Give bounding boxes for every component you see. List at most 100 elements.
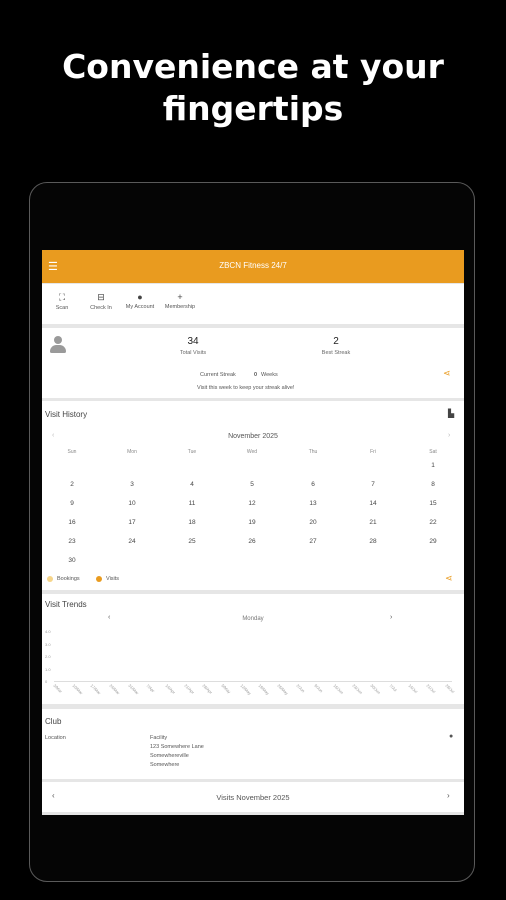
- trend-x-tick: 21/Apr: [183, 683, 195, 695]
- calendar-day-26[interactable]: 26: [237, 538, 267, 545]
- calendar-day-9[interactable]: 9: [57, 500, 87, 507]
- next-day-icon[interactable]: ›: [390, 614, 392, 621]
- trend-x-tick: 30/Jun: [369, 683, 382, 696]
- headline-line-1: Convenience at your: [62, 47, 444, 86]
- trend-x-tick: 9/Jun: [313, 683, 325, 694]
- weekday-sun: Sun: [67, 449, 77, 455]
- visit-history-title: Visit History: [45, 410, 88, 419]
- calendar-day-28[interactable]: 28: [358, 538, 388, 545]
- next-month-icon[interactable]: ›: [448, 432, 450, 439]
- current-streak-label: Current Streak: [200, 372, 236, 378]
- membership-button[interactable]: + Membership: [162, 292, 198, 310]
- weekday-mon: Mon: [127, 449, 137, 455]
- visit-trends-title: Visit Trends: [45, 600, 87, 609]
- calendar-day-16[interactable]: 16: [57, 519, 87, 526]
- headline-line-2: fingertips: [162, 89, 344, 128]
- calendar-day-8[interactable]: 8: [418, 481, 448, 488]
- day-selector[interactable]: Monday: [42, 616, 464, 622]
- trend-x-tick: 26/May: [276, 683, 290, 696]
- trend-x-tick: 5/May: [220, 683, 232, 695]
- stats-card: 34 Total Visits 2 Best Streak Current St…: [42, 328, 464, 398]
- trend-y-tick: 2.0: [45, 654, 51, 659]
- weekday-thu: Thu: [308, 449, 318, 455]
- visits-legend-label: Visits: [106, 576, 120, 582]
- calendar-day-14[interactable]: 14: [358, 500, 388, 507]
- plus-icon: +: [177, 292, 183, 302]
- trend-x-tick: 28/Jul: [444, 683, 456, 695]
- check-in-button[interactable]: ⊟ Check In: [84, 292, 118, 311]
- calendar-month: November 2025: [228, 433, 278, 440]
- trend-x-tick: 31/Mar: [127, 683, 140, 696]
- calendar-day-1[interactable]: 1: [418, 462, 448, 469]
- scan-label: Scan: [55, 305, 69, 311]
- calendar-day-19[interactable]: 19: [237, 519, 267, 526]
- calendar-day-2[interactable]: 2: [57, 481, 87, 488]
- trend-x-tick: 10/Mar: [71, 683, 84, 696]
- calendar-day-10[interactable]: 10: [117, 500, 147, 507]
- trend-y-tick: 0: [45, 679, 48, 684]
- calendar-day-13[interactable]: 13: [298, 500, 328, 507]
- facility-street: 123 Somewhere Lane: [150, 744, 204, 750]
- calendar-day-5[interactable]: 5: [237, 481, 267, 488]
- calendar-day-23[interactable]: 23: [57, 538, 87, 545]
- best-streak-label: Best Streak: [321, 350, 351, 356]
- bar-chart-icon[interactable]: ▙: [448, 409, 454, 418]
- best-streak-value: 2: [333, 336, 339, 347]
- weekday-fri: Fri: [370, 449, 376, 455]
- trend-y-tick: 3.0: [45, 641, 51, 647]
- facility-city: Somewhereville: [150, 753, 189, 759]
- club-card: Club Location Facility 123 Somewhere Lan…: [42, 709, 464, 779]
- trend-x-tick: 7/Jul: [388, 683, 398, 693]
- calendar-day-21[interactable]: 21: [358, 519, 388, 526]
- trend-x-tick: 21/Jul: [425, 683, 437, 695]
- share-icon[interactable]: ⋖: [443, 368, 451, 379]
- calendar-day-12[interactable]: 12: [237, 500, 267, 507]
- calendar-day-7[interactable]: 7: [358, 481, 388, 488]
- calendar-day-25[interactable]: 25: [177, 538, 207, 545]
- visits-legend-dot: [96, 576, 102, 582]
- person-icon: ●: [137, 292, 143, 302]
- location-label: Location: [45, 735, 66, 741]
- calendar-day-24[interactable]: 24: [117, 538, 147, 545]
- footer-next-icon[interactable]: ›: [447, 791, 450, 800]
- calendar-day-22[interactable]: 22: [418, 519, 448, 526]
- bookings-legend-label: Bookings: [57, 576, 80, 582]
- trend-x-tick: 7/Apr: [145, 683, 157, 694]
- trend-x-tick: 24/Mar: [108, 683, 121, 696]
- calendar-day-27[interactable]: 27: [298, 538, 328, 545]
- visit-trends-card: Visit Trends ‹ Monday › 0 1.0 2.0 3.0 4.0 3/M…: [42, 594, 464, 704]
- calendar-day-20[interactable]: 20: [298, 519, 328, 526]
- app-bar: ☰ ZBCN Fitness 24/7: [42, 250, 464, 283]
- bookings-legend-dot: [47, 576, 53, 582]
- calendar-day-17[interactable]: 17: [117, 519, 147, 526]
- quick-actions: ⛶ Scan ⊟ Check In ● My Account + Members…: [42, 284, 464, 324]
- trend-x-tick: 19/May: [257, 683, 271, 696]
- calendar-day-3[interactable]: 3: [117, 481, 147, 488]
- trend-y-tick: 4.0: [45, 629, 51, 634]
- calendar-day-29[interactable]: 29: [418, 538, 448, 545]
- calendar-day-4[interactable]: 4: [177, 481, 207, 488]
- trend-x-tick: 2/Jun: [295, 683, 306, 694]
- trend-x-tick: 14/Apr: [164, 683, 177, 695]
- my-account-label: My Account: [125, 304, 155, 310]
- check-in-label: Check In: [90, 305, 112, 311]
- membership-label: Membership: [164, 304, 196, 310]
- scan-button[interactable]: ⛶ Scan: [52, 292, 72, 311]
- headline: Convenience at your fingertips: [0, 46, 506, 130]
- weekday-wed: Wed: [246, 449, 258, 455]
- my-account-button[interactable]: ● My Account: [122, 292, 158, 310]
- share-history-icon[interactable]: ⋖: [445, 573, 453, 584]
- trend-x-tick: 23/Jun: [351, 683, 364, 696]
- calendar-day-18[interactable]: 18: [177, 519, 207, 526]
- location-pin-icon[interactable]: ●: [449, 733, 453, 740]
- calendar-day-30[interactable]: 30: [57, 557, 87, 564]
- trend-y-tick: 1.0: [45, 666, 51, 672]
- calendar-day-11[interactable]: 11: [177, 500, 207, 507]
- calendar-day-6[interactable]: 6: [298, 481, 328, 488]
- total-visits-label: Total Visits: [179, 350, 207, 356]
- avatar: [50, 336, 66, 354]
- current-streak-unit: Weeks: [261, 372, 278, 378]
- weekday-tue: Tue: [187, 449, 197, 455]
- calendar-day-15[interactable]: 15: [418, 500, 448, 507]
- app-title: ZBCN Fitness 24/7: [219, 261, 287, 270]
